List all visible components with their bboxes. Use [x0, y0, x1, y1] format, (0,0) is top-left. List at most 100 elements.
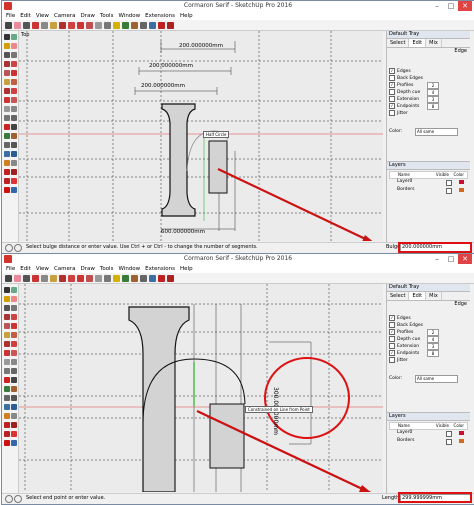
credits-status-icon[interactable] — [14, 495, 22, 503]
menu-help[interactable]: Help — [180, 266, 193, 272]
option-endpoints[interactable]: ✓ Endpoints — [389, 350, 419, 356]
pan-icon[interactable] — [11, 386, 17, 392]
option-extension[interactable]: Extension — [389, 96, 419, 102]
tape-tool-icon[interactable] — [95, 274, 102, 282]
visible-checkbox[interactable] — [446, 431, 452, 437]
look-around-icon[interactable] — [11, 404, 17, 410]
scale-tool-icon[interactable] — [77, 21, 84, 29]
paint-bucket-icon[interactable] — [4, 43, 10, 49]
dimension-icon[interactable] — [4, 115, 10, 121]
rotate-icon[interactable] — [11, 88, 17, 94]
text-tool-icon[interactable] — [104, 274, 111, 282]
warehouse-icon[interactable] — [4, 422, 10, 428]
tape-tool-icon[interactable] — [95, 21, 102, 29]
menu-file[interactable]: File — [6, 266, 15, 272]
eraser-tool-icon[interactable] — [14, 274, 21, 282]
line-icon[interactable] — [4, 52, 10, 58]
extension-warehouse-icon[interactable] — [11, 422, 17, 428]
option-endpoints[interactable]: ✓ Endpoints — [389, 103, 419, 109]
arc-icon[interactable] — [11, 323, 17, 329]
walk-icon[interactable] — [4, 151, 10, 157]
menu-tools[interactable]: Tools — [100, 266, 114, 272]
pan-tool-icon[interactable] — [131, 274, 138, 282]
layer-row-layer0[interactable]: Layer0 — [389, 179, 468, 186]
layers-title[interactable]: Layers — [387, 161, 470, 170]
menu-extensions[interactable]: Extensions — [145, 13, 175, 19]
option-jitter[interactable]: Jitter — [389, 110, 408, 116]
minimize-button[interactable]: – — [430, 1, 444, 11]
component-icon[interactable] — [11, 287, 17, 293]
profiles-value[interactable]: 2 — [427, 82, 439, 89]
select-tool-icon[interactable] — [5, 274, 12, 282]
zoom-window-icon[interactable] — [11, 142, 17, 148]
tape-measure-icon[interactable] — [4, 106, 10, 112]
text-icon[interactable] — [11, 115, 17, 121]
line-tool-icon[interactable] — [23, 274, 30, 282]
profiles-value[interactable]: 2 — [427, 329, 439, 336]
menu-window[interactable]: Window — [118, 13, 140, 19]
menu-tools[interactable]: Tools — [100, 13, 114, 19]
rectangle-icon[interactable] — [4, 61, 10, 67]
depth-cue-value[interactable]: 4 — [427, 89, 439, 96]
color-select[interactable]: All same — [415, 375, 458, 383]
select-icon[interactable] — [4, 287, 10, 293]
layer-color-swatch[interactable] — [459, 431, 464, 435]
maximize-button[interactable]: □ — [444, 1, 458, 11]
followme-icon[interactable] — [11, 79, 17, 85]
select-icon[interactable] — [4, 34, 10, 40]
move-icon[interactable] — [4, 341, 10, 347]
option-back-edges[interactable]: Back Edges — [389, 322, 423, 328]
rectangle-icon[interactable] — [4, 314, 10, 320]
move-icon[interactable] — [4, 88, 10, 94]
maximize-button[interactable]: □ — [444, 254, 458, 264]
menu-edit[interactable]: Edit — [20, 13, 31, 19]
extension-warehouse-icon[interactable] — [11, 169, 17, 175]
menu-draw[interactable]: Draw — [81, 266, 95, 272]
extension-value[interactable]: 3 — [427, 96, 439, 103]
option-edges[interactable]: ✓ Edges — [389, 315, 411, 321]
text-icon[interactable] — [11, 368, 17, 374]
line-tool-icon[interactable] — [23, 21, 30, 29]
geolocation-icon[interactable] — [11, 440, 17, 446]
move-tool-icon[interactable] — [59, 274, 66, 282]
menu-window[interactable]: Window — [118, 266, 140, 272]
scale-icon[interactable] — [4, 350, 10, 356]
arc-icon[interactable] — [11, 70, 17, 76]
extension-icon[interactable] — [167, 21, 174, 29]
pan-icon[interactable] — [11, 133, 17, 139]
layer-row-borders[interactable]: Borders — [389, 438, 468, 445]
zoom-extents-icon[interactable] — [149, 274, 156, 282]
ruby-icon[interactable] — [4, 187, 10, 193]
zoom-tool-icon[interactable] — [140, 21, 147, 29]
option-depth-cue[interactable]: Depth cue — [389, 89, 420, 95]
tab-select[interactable]: Select — [387, 292, 410, 300]
style-builder-icon[interactable] — [11, 431, 17, 437]
pushpull-icon[interactable] — [4, 332, 10, 338]
tab-edit[interactable]: Edit — [409, 39, 427, 47]
move-tool-icon[interactable] — [59, 21, 66, 29]
depth-cue-value[interactable]: 4 — [427, 336, 439, 343]
visible-checkbox[interactable] — [446, 439, 452, 445]
axes-icon[interactable] — [4, 124, 10, 130]
title-bar[interactable]: Cormaron Serif - SketchUp Pro 2016 – □ ✕ — [2, 1, 474, 11]
axes-icon[interactable] — [4, 377, 10, 383]
pushpull-icon[interactable] — [4, 79, 10, 85]
endpoints-value[interactable]: 8 — [427, 103, 439, 110]
menu-edit[interactable]: Edit — [20, 266, 31, 272]
freehand-icon[interactable] — [11, 305, 17, 311]
section-plane-icon[interactable] — [4, 160, 10, 166]
geolocation-status-icon[interactable] — [5, 495, 13, 503]
warehouse-icon[interactable] — [4, 169, 10, 175]
geolocation-status-icon[interactable] — [5, 244, 13, 252]
offset-icon[interactable] — [11, 350, 17, 356]
pan-tool-icon[interactable] — [131, 21, 138, 29]
shape-tool-icon[interactable] — [41, 274, 48, 282]
zoom-window-icon[interactable] — [11, 395, 17, 401]
shape-tool-icon[interactable] — [41, 21, 48, 29]
layer-row-layer0[interactable]: Layer0 — [389, 430, 468, 437]
position-camera-icon[interactable] — [11, 413, 17, 419]
close-button[interactable]: ✕ — [458, 1, 472, 11]
look-around-icon[interactable] — [11, 151, 17, 157]
rotate-icon[interactable] — [11, 341, 17, 347]
modeling-viewport[interactable]: 300.000000mm Constrained on Line from Po… — [19, 284, 383, 492]
